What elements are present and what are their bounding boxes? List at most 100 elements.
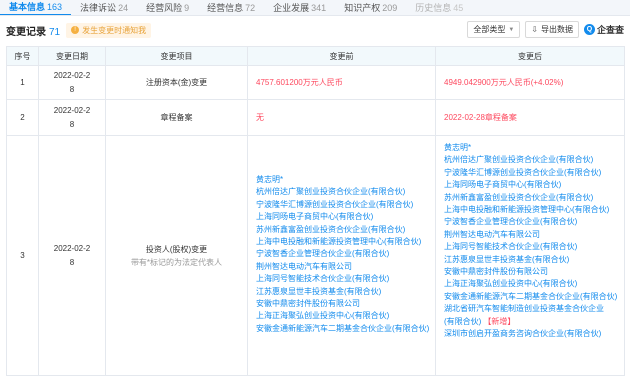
toolbar: 全部类型 ▼ ⇩ 导出数据 Q 企查查 (467, 21, 624, 38)
top-tab-bar: 基本信息 163 法律诉讼 24 经营风险 9 经营信息 72 企业发展 341 知识产权… (0, 0, 630, 16)
export-label: 导出数据 (540, 25, 573, 34)
col-header-date: 变更日期 (38, 46, 106, 66)
date-line: 8 (69, 257, 75, 267)
date-line: 2022-02-2 (53, 243, 91, 253)
table-row: 1 2022-02-2 8 注册资本(金)变更 4757.601200万元人民币 … (6, 65, 625, 100)
tab-basic-info[interactable]: 基本信息 163 (0, 0, 72, 15)
notify-me-button[interactable]: ! 发生变更时通知我 (66, 22, 152, 38)
investor-link[interactable]: 江苏惠泉显世丰投资基金(有限合伙) (444, 254, 624, 266)
brand-name: 企查查 (596, 25, 624, 35)
tab-count: 341 (311, 2, 327, 13)
type-filter-value: 全部类型 (473, 25, 506, 34)
cell-date: 2022-02-2 8 (38, 65, 106, 100)
tab-label: 法律诉讼 (80, 2, 117, 13)
investor-link[interactable]: 上海正海聚弘创业投资中心(有限合伙) (256, 310, 435, 322)
investor-link[interactable]: 杭州倍达广聚创业投资合伙企业(有限合伙) (256, 186, 435, 198)
cell-after: 4949.042900万元人民币(+4.02%) (435, 65, 625, 100)
investor-link[interactable]: 上海同旸电子商贸中心(有限合伙) (256, 211, 435, 223)
table-row: 2 2022-02-2 8 章程备案 无 2022-02-28章程备案 (6, 99, 625, 136)
cell-date: 2022-02-2 8 (38, 135, 106, 376)
tab-count: 9 (184, 2, 190, 13)
export-button[interactable]: ⇩ 导出数据 (525, 21, 579, 38)
qichacha-logo-icon: Q (583, 24, 595, 35)
investor-link[interactable]: 湖北省研汽车智能制造创业投资基金合伙企业 (444, 303, 624, 315)
tab-count: 163 (47, 1, 63, 12)
tab-count: 45 (453, 2, 464, 13)
table-row: 3 2022-02-2 8 投资人(股权)变更 带有*标记的为法定代表人 黄志明*… (6, 135, 625, 376)
tab-label: 企业发展 (273, 2, 310, 13)
section-title-text: 变更记录 (6, 26, 46, 38)
investor-link-text: (有限合伙) (444, 316, 482, 326)
investor-link[interactable]: 安徽金通新能源汽车二期基金合伙企业(有限合伙) (444, 291, 624, 303)
section-header: 变更记录 71 ! 发生变更时通知我 全部类型 ▼ ⇩ 导出数据 Q 企查查 (0, 17, 630, 43)
tab-count: 72 (245, 2, 256, 13)
cell-item: 章程备案 (105, 99, 248, 136)
date-line: 2022-02-2 (53, 70, 91, 80)
tab-label: 基本信息 (9, 1, 46, 12)
tab-history[interactable]: 历史信息 45 (406, 0, 472, 15)
change-record-table: 序号 变更日期 变更项目 变更前 变更后 1 2022-02-2 8 注册资本(金… (6, 46, 625, 376)
investor-link[interactable]: 上海正海聚弘创业投资中心(有限合伙) (444, 278, 624, 290)
investor-link-continued[interactable]: (有限合伙) 【新增】 (444, 316, 624, 328)
investor-link[interactable]: 深圳市创启开盈商务咨询合伙企业(有限合伙) (444, 328, 624, 340)
date-line: 8 (69, 119, 75, 129)
investor-link[interactable]: 杭州倍达广聚创业投资合伙企业(有限合伙) (444, 154, 624, 166)
investor-link[interactable]: 上海同号智能技术合伙企业(有限合伙) (444, 241, 624, 253)
tab-development[interactable]: 企业发展 341 (264, 0, 335, 15)
tab-label: 经营信息 (207, 2, 244, 13)
investor-link[interactable]: 荆州智达电动汽车有限公司 (444, 229, 624, 241)
investor-link[interactable]: 苏州新鑫富盈创业投资合伙企业(有限合伙) (256, 224, 435, 236)
cell-before: 黄志明* 杭州倍达广聚创业投资合伙企业(有限合伙) 宁波隆华汇博源创业投资合伙企… (247, 135, 436, 376)
tab-risk[interactable]: 经营风险 9 (137, 0, 198, 15)
investor-link[interactable]: 黄志明* (256, 174, 435, 186)
brand-logo: Q 企查查 (583, 23, 624, 36)
investor-link[interactable]: 宁波智香企业管理合伙企业(有限合伙) (444, 216, 624, 228)
col-header-after: 变更后 (435, 46, 625, 66)
tab-count: 209 (382, 2, 398, 13)
cell-after: 2022-02-28章程备案 (435, 99, 625, 136)
tab-label: 历史信息 (415, 2, 452, 13)
notify-me-label: 发生变更时通知我 (82, 25, 147, 35)
cell-no: 2 (6, 99, 39, 136)
section-count: 71 (49, 26, 61, 38)
item-title: 投资人(股权)变更 (145, 244, 208, 254)
new-tag-badge: 【新增】 (483, 316, 516, 326)
investor-link[interactable]: 上海中电投融和新能源投资管理中心(有限合伙) (256, 236, 435, 248)
tab-label: 经营风险 (146, 2, 183, 13)
date-line: 8 (69, 84, 75, 94)
type-filter-select[interactable]: 全部类型 ▼ (467, 21, 521, 38)
investor-link[interactable]: 黄志明* (444, 142, 624, 154)
tab-count: 24 (118, 2, 129, 13)
cell-item: 注册资本(金)变更 (105, 65, 248, 100)
date-line: 2022-02-2 (53, 105, 91, 115)
investor-link[interactable]: 上海中电投融和新能源投资管理中心(有限合伙) (444, 204, 624, 216)
investor-link[interactable]: 安徽金通新能源汽车二期基金合伙企业(有限合伙) (256, 323, 435, 335)
investor-link[interactable]: 上海同旸电子商贸中心(有限合伙) (444, 179, 624, 191)
cell-date: 2022-02-2 8 (38, 99, 106, 136)
section-title: 变更记录 71 (6, 23, 60, 38)
investor-link[interactable]: 上海同号智能技术合伙企业(有限合伙) (256, 273, 435, 285)
bell-icon: ! (71, 26, 80, 34)
investor-link[interactable]: 安徽中鼎密封件股份有限公司 (256, 298, 435, 310)
tab-legal[interactable]: 法律诉讼 24 (71, 0, 137, 15)
cell-no: 1 (6, 65, 39, 100)
investor-link[interactable]: 苏州新鑫富盈创业投资合伙企业(有限合伙) (444, 192, 624, 204)
cell-before: 无 (247, 99, 436, 136)
col-header-before: 变更前 (247, 46, 436, 66)
table-header-row: 序号 变更日期 变更项目 变更前 变更后 (6, 46, 625, 66)
export-icon: ⇩ (531, 25, 538, 34)
investor-link[interactable]: 宁波隆华汇博源创业投资合伙企业(有限合伙) (256, 199, 435, 211)
col-header-item: 变更项目 (105, 46, 248, 66)
tab-label: 知识产权 (344, 2, 381, 13)
investor-link[interactable]: 安徽中鼎密封件股份有限公司 (444, 266, 624, 278)
cell-item: 投资人(股权)变更 带有*标记的为法定代表人 (105, 135, 248, 376)
tab-operation[interactable]: 经营信息 72 (198, 0, 264, 15)
cell-before: 4757.601200万元人民币 (247, 65, 436, 100)
investor-link[interactable]: 宁波智香企业管理合伙企业(有限合伙) (256, 248, 435, 260)
chevron-down-icon: ▼ (508, 26, 515, 33)
investor-link[interactable]: 宁波隆华汇博源创业投资合伙企业(有限合伙) (444, 167, 624, 179)
investor-link[interactable]: 江苏惠泉显世丰投资基金(有限合伙) (256, 286, 435, 298)
tab-ip[interactable]: 知识产权 209 (335, 0, 406, 15)
investor-link[interactable]: 荆州智达电动汽车有限公司 (256, 261, 435, 273)
cell-after: 黄志明* 杭州倍达广聚创业投资合伙企业(有限合伙) 宁波隆华汇博源创业投资合伙企… (435, 135, 625, 376)
